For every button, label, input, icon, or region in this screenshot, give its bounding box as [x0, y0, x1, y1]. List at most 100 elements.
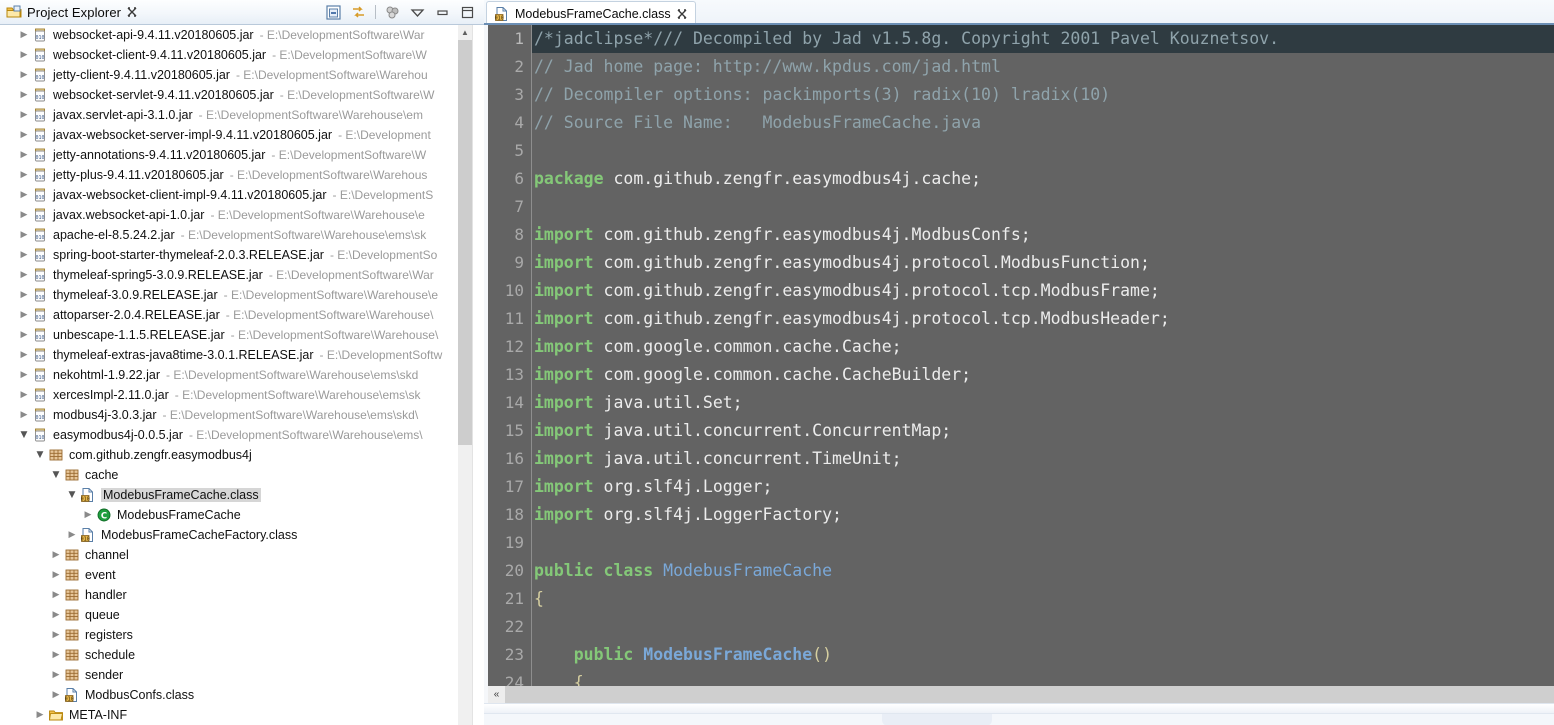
- chevron-right-icon[interactable]: ▶: [48, 685, 64, 705]
- editor-tab-close-icon[interactable]: [676, 8, 688, 20]
- chevron-down-icon[interactable]: ▼: [32, 445, 48, 465]
- tree-item[interactable]: ▶ 010 javax-websocket-client-impl-9.4.11.v…: [0, 185, 484, 205]
- tree-item[interactable]: ▶ event: [0, 565, 484, 585]
- code-line[interactable]: [532, 613, 1554, 641]
- tree-item[interactable]: ▶ 010 websocket-servlet-9.4.11.v20180605.j…: [0, 85, 484, 105]
- chevron-right-icon[interactable]: ▶: [16, 285, 32, 305]
- tree-item[interactable]: ▶ queue: [0, 605, 484, 625]
- tree-item[interactable]: ▶ 010 javax-websocket-server-impl-9.4.11.v…: [0, 125, 484, 145]
- code-line[interactable]: import org.slf4j.LoggerFactory;: [532, 501, 1554, 529]
- chevron-right-icon[interactable]: ▶: [16, 345, 32, 365]
- chevron-right-icon[interactable]: ▶: [48, 545, 64, 565]
- code-line[interactable]: /*jadclipse*/// Decompiled by Jad v1.5.8…: [532, 25, 1554, 53]
- chevron-right-icon[interactable]: ▶: [16, 365, 32, 385]
- tree-item[interactable]: ▶ registers: [0, 625, 484, 645]
- chevron-right-icon[interactable]: ▶: [48, 625, 64, 645]
- tree-item[interactable]: ▶ 010 thymeleaf-3.0.9.RELEASE.jar - E:\Deve…: [0, 285, 484, 305]
- chevron-right-icon[interactable]: ▶: [16, 25, 32, 45]
- code-line[interactable]: public ModebusFrameCache(): [532, 641, 1554, 669]
- chevron-right-icon[interactable]: ▶: [64, 525, 80, 545]
- chevron-right-icon[interactable]: ▶: [16, 125, 32, 145]
- tree-item[interactable]: ▶ 010 jetty-annotations-9.4.11.v20180605.j…: [0, 145, 484, 165]
- tree-item[interactable]: ▶ 010 websocket-api-9.4.11.v20180605.jar - …: [0, 25, 484, 45]
- tree-item[interactable]: ▼ cache: [0, 465, 484, 485]
- code-line[interactable]: import com.google.common.cache.CacheBuil…: [532, 361, 1554, 389]
- tree-item[interactable]: ▶ 010 jetty-client-9.4.11.v20180605.jar - E…: [0, 65, 484, 85]
- chevron-right-icon[interactable]: ▶: [16, 45, 32, 65]
- editor-horizontal-scrollbar[interactable]: «: [488, 686, 1554, 703]
- code-line[interactable]: import com.github.zengfr.easymodbus4j.pr…: [532, 277, 1554, 305]
- code-line[interactable]: // Source File Name: ModebusFrameCache.j…: [532, 109, 1554, 137]
- chevron-right-icon[interactable]: ▶: [16, 225, 32, 245]
- tree-item[interactable]: ▶ sender: [0, 665, 484, 685]
- tab-project-explorer[interactable]: Project Explorer: [0, 0, 145, 24]
- project-tree[interactable]: ▶ 010 websocket-api-9.4.11.v20180605.jar - …: [0, 25, 484, 725]
- minimize-icon[interactable]: [434, 4, 451, 21]
- chevron-right-icon[interactable]: ▶: [16, 145, 32, 165]
- code-line[interactable]: {: [532, 585, 1554, 613]
- tree-item[interactable]: ▶ 010 javax.servlet-api-3.1.0.jar - E:\Deve…: [0, 105, 484, 125]
- scroll-up-arrow[interactable]: ▲: [458, 25, 472, 40]
- tree-item[interactable]: ▶ 010 spring-boot-starter-thymeleaf-2.0.3.…: [0, 245, 484, 265]
- chevron-right-icon[interactable]: ▶: [16, 185, 32, 205]
- chevron-right-icon[interactable]: ▶: [16, 305, 32, 325]
- chevron-right-icon[interactable]: ▶: [16, 265, 32, 285]
- chevron-down-icon[interactable]: ▼: [64, 485, 80, 505]
- tree-item[interactable]: ▶ 010 ModebusFrameCacheFactory.class: [0, 525, 484, 545]
- tree-item[interactable]: ▶ channel: [0, 545, 484, 565]
- chevron-right-icon[interactable]: ▶: [16, 405, 32, 425]
- chevron-right-icon[interactable]: ▶: [16, 385, 32, 405]
- tree-item-selected[interactable]: ▼ 010 ModebusFrameCache.class: [0, 485, 484, 505]
- code-line[interactable]: import com.github.zengfr.easymodbus4j.pr…: [532, 249, 1554, 277]
- link-with-editor-icon[interactable]: [350, 4, 367, 21]
- tree-item[interactable]: ▶ 010 nekohtml-1.9.22.jar - E:\DevelopmentS…: [0, 365, 484, 385]
- code-line[interactable]: [532, 529, 1554, 557]
- tree-item[interactable]: ▶ 010 websocket-client-9.4.11.v20180605.ja…: [0, 45, 484, 65]
- chevron-down-icon[interactable]: ▼: [16, 425, 32, 445]
- hscroll-track[interactable]: [505, 686, 1554, 703]
- tab-modebusframecache-class[interactable]: 010 ModebusFrameCache.class: [486, 1, 696, 25]
- tree-item[interactable]: ▶ 010 jetty-plus-9.4.11.v20180605.jar - E:\…: [0, 165, 484, 185]
- scroll-left-arrow[interactable]: «: [488, 686, 505, 703]
- maximize-icon[interactable]: [459, 4, 476, 21]
- chevron-right-icon[interactable]: ▶: [48, 585, 64, 605]
- code-line[interactable]: [532, 193, 1554, 221]
- tree-item[interactable]: ▶ C ModebusFrameCache: [0, 505, 484, 525]
- tree-item[interactable]: ▶ META-INF: [0, 705, 484, 725]
- code-line[interactable]: import java.util.concurrent.ConcurrentMa…: [532, 417, 1554, 445]
- code-line[interactable]: import java.util.Set;: [532, 389, 1554, 417]
- tree-item[interactable]: ▶ schedule: [0, 645, 484, 665]
- tree-item[interactable]: ▶ 010 xercesImpl-2.11.0.jar - E:\Developmen…: [0, 385, 484, 405]
- chevron-right-icon[interactable]: ▶: [48, 605, 64, 625]
- source-code[interactable]: /*jadclipse*/// Decompiled by Jad v1.5.8…: [532, 25, 1554, 686]
- tree-item[interactable]: ▶ 010 thymeleaf-extras-java8time-3.0.1.REL…: [0, 345, 484, 365]
- view-filter-icon[interactable]: [384, 4, 401, 21]
- code-line[interactable]: // Decompiler options: packimports(3) ra…: [532, 81, 1554, 109]
- code-line[interactable]: [532, 137, 1554, 165]
- chevron-right-icon[interactable]: ▶: [80, 505, 96, 525]
- chevron-right-icon[interactable]: ▶: [16, 325, 32, 345]
- code-line[interactable]: package com.github.zengfr.easymodbus4j.c…: [532, 165, 1554, 193]
- tree-item[interactable]: ▶ 010 thymeleaf-spring5-3.0.9.RELEASE.jar -…: [0, 265, 484, 285]
- tree-vertical-scrollbar[interactable]: ▲: [458, 25, 472, 725]
- chevron-right-icon[interactable]: ▶: [16, 245, 32, 265]
- tree-item[interactable]: ▶ 010 ModbusConfs.class: [0, 685, 484, 705]
- code-line[interactable]: import org.slf4j.Logger;: [532, 473, 1554, 501]
- chevron-right-icon[interactable]: ▶: [16, 205, 32, 225]
- tree-item[interactable]: ▶ 010 unbescape-1.1.5.RELEASE.jar - E:\Deve…: [0, 325, 484, 345]
- chevron-down-icon[interactable]: ▼: [48, 465, 64, 485]
- code-line[interactable]: import com.google.common.cache.Cache;: [532, 333, 1554, 361]
- view-menu-icon[interactable]: [409, 4, 426, 21]
- tree-item[interactable]: ▶ handler: [0, 585, 484, 605]
- code-line[interactable]: // Jad home page: http://www.kpdus.com/j…: [532, 53, 1554, 81]
- tree-item[interactable]: ▶ 010 javax.websocket-api-1.0.jar - E:\Deve…: [0, 205, 484, 225]
- code-line[interactable]: public class ModebusFrameCache: [532, 557, 1554, 585]
- chevron-right-icon[interactable]: ▶: [48, 565, 64, 585]
- collapse-all-icon[interactable]: [325, 4, 342, 21]
- chevron-right-icon[interactable]: ▶: [16, 165, 32, 185]
- tree-item[interactable]: ▼ 010 easymodbus4j-0.0.5.jar - E:\Developme…: [0, 425, 484, 445]
- tree-item[interactable]: ▶ 010 apache-el-8.5.24.2.jar - E:\Developme…: [0, 225, 484, 245]
- code-line[interactable]: import com.github.zengfr.easymodbus4j.Mo…: [532, 221, 1554, 249]
- chevron-right-icon[interactable]: ▶: [16, 85, 32, 105]
- close-icon[interactable]: [126, 6, 138, 18]
